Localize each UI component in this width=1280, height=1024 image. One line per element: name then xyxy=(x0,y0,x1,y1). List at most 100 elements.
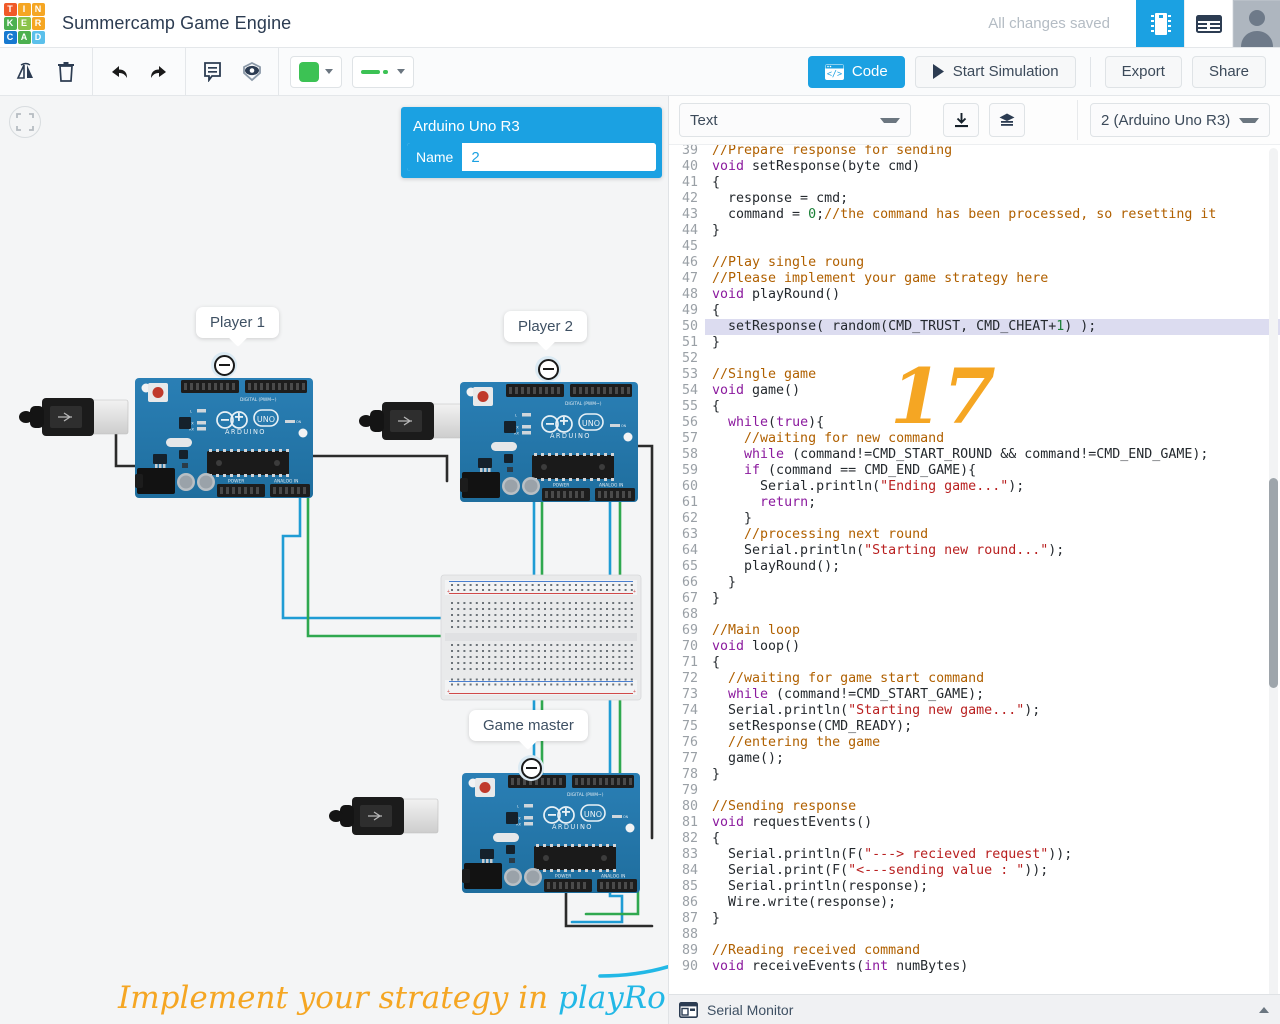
wire-color-picker[interactable] xyxy=(290,55,342,88)
code-line-text: //processing next round xyxy=(712,527,929,542)
logo-tile-c-6: C xyxy=(3,31,17,44)
code-line[interactable]: 42 response = cmd; xyxy=(669,191,1280,207)
code-line[interactable]: 59 if (command == CMD_END_GAME){ xyxy=(669,463,1280,479)
code-line-text: if (command == CMD_END_GAME){ xyxy=(744,463,977,478)
delete-icon[interactable] xyxy=(46,52,86,92)
code-scrollbar-track[interactable] xyxy=(1269,148,1278,1022)
code-line[interactable]: 72 //waiting for game start command xyxy=(669,671,1280,687)
code-line[interactable]: 62 } xyxy=(669,511,1280,527)
wire-style-picker[interactable] xyxy=(352,55,414,88)
code-line[interactable]: 43 command = 0;//the command has been pr… xyxy=(669,207,1280,223)
code-line[interactable]: 61 return; xyxy=(669,495,1280,511)
code-line[interactable]: 71 { xyxy=(669,655,1280,671)
code-line[interactable]: 79 xyxy=(669,783,1280,799)
code-line-text: //waiting for game start command xyxy=(712,671,985,686)
code-line[interactable]: 78} xyxy=(669,767,1280,783)
tinkercad-logo[interactable]: TIN KER CAD xyxy=(0,0,48,47)
circuit-canvas[interactable]: DIGITAL (PWM~) ARDUINO UNO L TX RX ON PO… xyxy=(0,96,668,1024)
line-number: 55 xyxy=(669,399,705,415)
code-line-text: setResponse(CMD_READY); xyxy=(712,719,913,734)
code-line[interactable]: 40 void setResponse(byte cmd) xyxy=(669,159,1280,175)
redo-icon[interactable] xyxy=(139,52,179,92)
notes-icon[interactable] xyxy=(192,52,232,92)
code-line[interactable]: 87} xyxy=(669,911,1280,927)
code-line[interactable]: 88 xyxy=(669,927,1280,943)
code-line[interactable]: 64 Serial.println("Starting new round...… xyxy=(669,543,1280,559)
library-icon[interactable] xyxy=(989,103,1025,137)
line-number: 56 xyxy=(669,415,705,431)
code-line[interactable]: 48 void playRound() xyxy=(669,287,1280,303)
line-number: 66 xyxy=(669,575,705,591)
toolbar-group-history xyxy=(93,47,186,96)
code-line[interactable]: 85 Serial.println(response); xyxy=(669,879,1280,895)
code-line[interactable]: 60 Serial.println("Ending game..."); xyxy=(669,479,1280,495)
code-editor[interactable]: 38 39//Prepare response for sending40voi… xyxy=(669,145,1280,994)
download-icon[interactable] xyxy=(943,103,979,137)
line-number: 80 xyxy=(669,799,705,815)
code-line[interactable]: 83 Serial.println(F("---> recieved reque… xyxy=(669,847,1280,863)
line-number: 45 xyxy=(669,239,705,255)
component-properties-panel: Arduino Uno R3 Name xyxy=(401,107,662,178)
code-line[interactable]: 58 while (command!=CMD_START_ROUND && co… xyxy=(669,447,1280,463)
visibility-icon[interactable] xyxy=(232,52,272,92)
code-line[interactable]: 68 xyxy=(669,607,1280,623)
minus-icon[interactable] xyxy=(518,755,544,781)
code-mode-select[interactable]: Text xyxy=(679,103,911,137)
name-input[interactable] xyxy=(462,143,656,171)
arduino-board-player1 xyxy=(134,377,314,499)
code-line[interactable]: 75 setResponse(CMD_READY); xyxy=(669,719,1280,735)
code-line-text: } xyxy=(712,911,721,926)
code-line[interactable]: 84 Serial.print(F("<---sending value : "… xyxy=(669,863,1280,879)
line-number: 74 xyxy=(669,703,705,719)
component-type-label: Arduino Uno R3 xyxy=(413,118,520,135)
code-line[interactable]: 77 game(); xyxy=(669,751,1280,767)
code-line[interactable]: 82 { xyxy=(669,831,1280,847)
line-number: 89 xyxy=(669,943,705,959)
code-line[interactable]: 51} xyxy=(669,335,1280,351)
code-line[interactable]: 41 { xyxy=(669,175,1280,191)
code-line[interactable]: 90 void receiveEvents(int numBytes) xyxy=(669,959,1280,975)
avatar[interactable] xyxy=(1232,0,1280,47)
line-number: 69 xyxy=(669,623,705,639)
toolbar-group-view xyxy=(186,47,279,96)
minus-icon[interactable] xyxy=(535,356,561,382)
code-line[interactable]: 39 //Prepare response for sending xyxy=(669,145,1280,159)
code-line[interactable]: 70 void loop() xyxy=(669,639,1280,655)
code-line[interactable]: 66 } xyxy=(669,575,1280,591)
code-line-text: } xyxy=(712,335,721,350)
chip-icon[interactable] xyxy=(1136,0,1184,47)
code-line[interactable]: 67} xyxy=(669,591,1280,607)
code-line[interactable]: 74 Serial.println("Starting new game..."… xyxy=(669,703,1280,719)
code-line[interactable]: 69 //Main loop xyxy=(669,623,1280,639)
code-line[interactable]: 76 //entering the game xyxy=(669,735,1280,751)
code-button[interactable]: </> Code xyxy=(807,55,905,88)
code-line[interactable]: 89 //Reading received command xyxy=(669,943,1280,959)
code-line[interactable]: 46 //Play single roung xyxy=(669,255,1280,271)
code-line[interactable]: 81 void requestEvents() xyxy=(669,815,1280,831)
code-line[interactable]: 86 Wire.write(response); xyxy=(669,895,1280,911)
code-line[interactable]: 50 setResponse( random(CMD_TRUST, CMD_CH… xyxy=(669,319,1280,335)
code-line[interactable]: 80 //Sending response xyxy=(669,799,1280,815)
code-line-text: Serial.println(F("---> recieved request"… xyxy=(712,847,1073,862)
code-scrollbar-thumb[interactable] xyxy=(1269,478,1278,688)
code-line-text: //Reading received command xyxy=(712,943,921,958)
list-view-icon[interactable] xyxy=(1184,0,1232,47)
code-line[interactable]: 65 playRound(); xyxy=(669,559,1280,575)
chevron-up-icon[interactable] xyxy=(1259,1006,1269,1013)
rotate-icon[interactable] xyxy=(6,52,46,92)
undo-icon[interactable] xyxy=(99,52,139,92)
code-line-text: while (command!=CMD_START_ROUND && comma… xyxy=(744,447,1209,462)
export-button[interactable]: Export xyxy=(1104,55,1182,88)
board-select[interactable]: 2 (Arduino Uno R3) xyxy=(1090,103,1270,137)
circuit-scene: DIGITAL (PWM~) ARDUINO UNO L TX RX ON PO… xyxy=(18,377,668,978)
code-line[interactable]: 73 while (command!=CMD_START_GAME); xyxy=(669,687,1280,703)
code-line[interactable]: 63 //processing next round xyxy=(669,527,1280,543)
share-button[interactable]: Share xyxy=(1191,55,1266,88)
start-simulation-button[interactable]: Start Simulation xyxy=(914,55,1076,88)
minus-icon[interactable] xyxy=(211,352,237,378)
code-line[interactable]: 45 xyxy=(669,239,1280,255)
code-line[interactable]: 47 //Please implement your game strategy … xyxy=(669,271,1280,287)
serial-monitor-bar[interactable]: Serial Monitor xyxy=(669,994,1280,1024)
code-line[interactable]: 49 { xyxy=(669,303,1280,319)
code-line[interactable]: 44} xyxy=(669,223,1280,239)
